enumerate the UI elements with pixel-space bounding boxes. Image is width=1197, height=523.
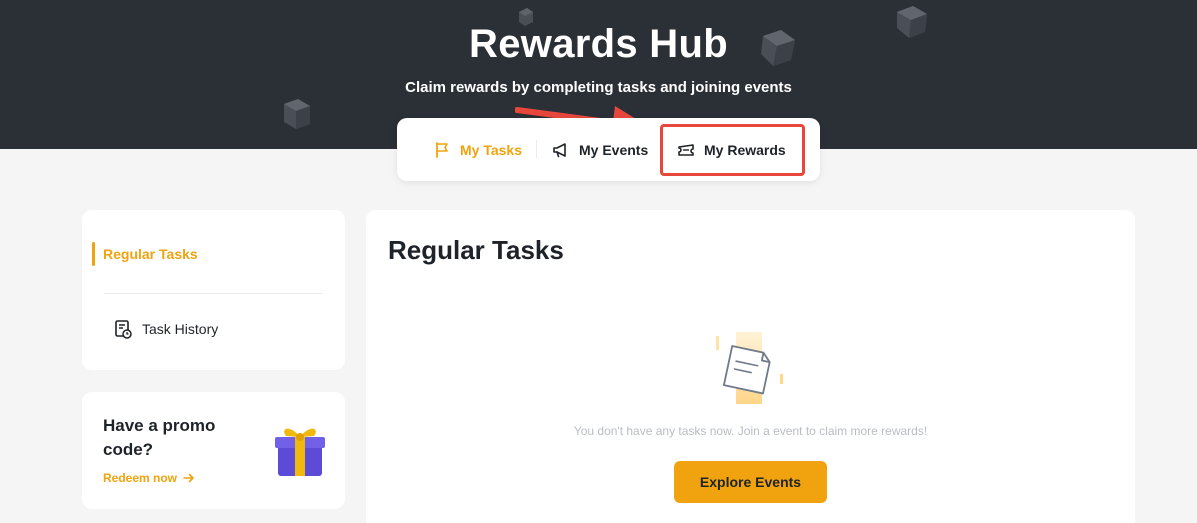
megaphone-icon <box>553 142 566 157</box>
sidebar-item-task-history[interactable]: Task History <box>114 318 218 340</box>
empty-paper-icon <box>716 332 783 404</box>
sidebar-item-label: Task History <box>142 321 219 337</box>
tab-my-events[interactable]: My Events <box>552 118 648 181</box>
promo-code-card: Have a promo code? Redeem now <box>82 392 345 509</box>
page-subtitle: Claim rewards by completing tasks and jo… <box>405 79 792 96</box>
arrow-right-icon <box>183 473 194 483</box>
redeem-now-label: Redeem now <box>103 471 178 485</box>
redeem-now-link[interactable]: Redeem now <box>103 471 195 485</box>
tab-my-rewards[interactable]: My Rewards <box>677 118 786 181</box>
explore-events-button[interactable]: Explore Events <box>674 461 827 503</box>
tab-label: My Rewards <box>704 141 786 158</box>
tab-my-tasks[interactable]: My Tasks <box>433 118 522 181</box>
sidebar: Regular Tasks Task History <box>82 210 345 370</box>
main-content: Regular Tasks You don't have any tasks n… <box>366 210 1135 523</box>
tab-label: My Tasks <box>460 141 522 158</box>
section-title: Regular Tasks <box>388 235 564 265</box>
gift-icon <box>275 428 325 476</box>
page-title: Rewards Hub <box>469 22 728 66</box>
flag-icon <box>436 141 448 158</box>
active-indicator <box>92 242 95 266</box>
task-history-icon <box>115 320 132 339</box>
sidebar-item-label: Regular Tasks <box>103 246 198 262</box>
cube-decoration-icon <box>284 99 310 129</box>
ticket-icon <box>678 143 694 156</box>
empty-state-message: You don't have any tasks now. Join a eve… <box>573 424 928 438</box>
tab-label: My Events <box>579 141 649 158</box>
tab-divider <box>536 140 537 158</box>
rewards-tab-bar: My Tasks My Events My Rewards <box>397 118 820 181</box>
promo-title: Have a promo code? <box>103 416 216 459</box>
sidebar-divider <box>104 293 323 294</box>
sidebar-item-regular-tasks[interactable]: Regular Tasks <box>92 242 198 266</box>
